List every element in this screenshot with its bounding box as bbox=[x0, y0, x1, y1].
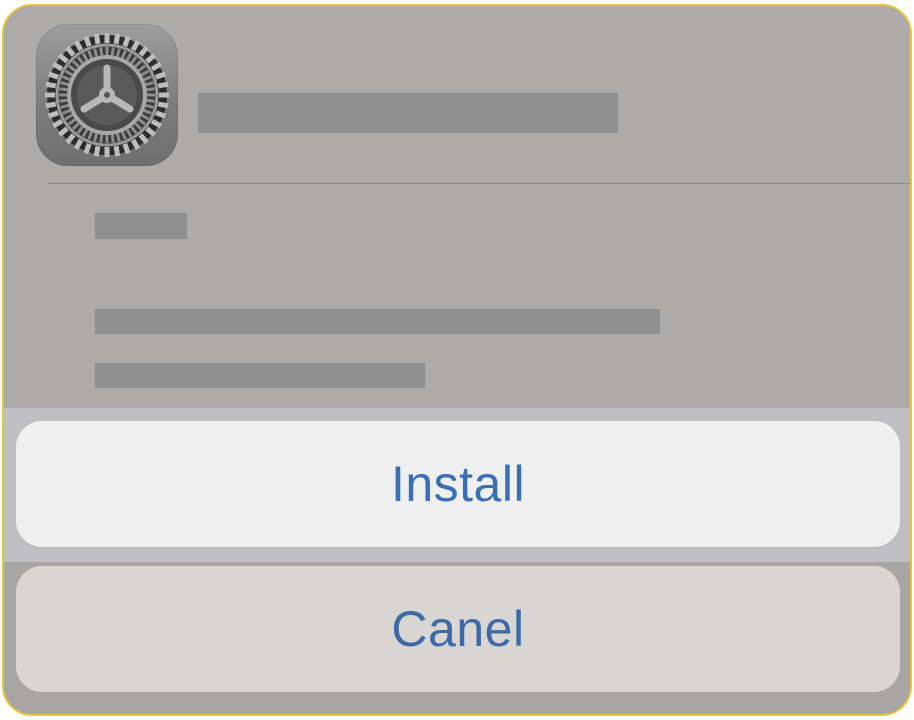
settings-gear-icon bbox=[36, 24, 178, 166]
profile-detail-placeholder-3 bbox=[95, 363, 425, 388]
cancel-button[interactable]: Canel bbox=[16, 566, 900, 692]
profile-title-placeholder bbox=[198, 93, 618, 133]
header-divider bbox=[48, 183, 910, 184]
profile-detail-placeholder-1 bbox=[95, 213, 187, 239]
install-button[interactable]: Install bbox=[16, 421, 900, 547]
gear-graphic bbox=[45, 33, 169, 157]
dialog-header bbox=[4, 6, 910, 408]
profile-detail-placeholder-2 bbox=[95, 309, 660, 334]
